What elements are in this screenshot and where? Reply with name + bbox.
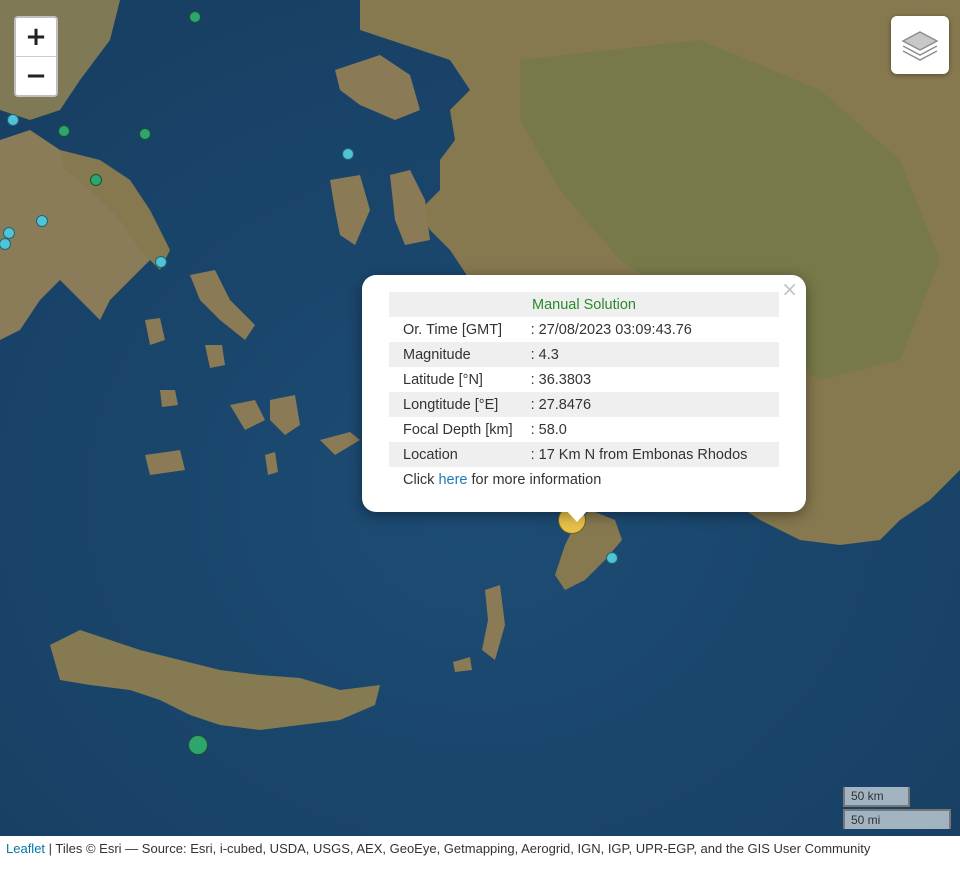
quake-details-table: Manual Solution Or. Time [GMT] : 27/08/20… <box>389 292 779 492</box>
row-label: Longtitude [°E] <box>389 392 531 417</box>
quake-marker[interactable] <box>155 256 167 268</box>
quake-marker[interactable] <box>188 735 208 755</box>
row-value: : 27/08/2023 03:09:43.76 <box>530 321 692 338</box>
row-value: : 58.0 <box>530 421 567 438</box>
map-attribution: Leaflet | Tiles © Esri — Source: Esri, i… <box>0 836 960 884</box>
layers-button[interactable] <box>891 16 949 74</box>
more-suffix: for more information <box>467 471 602 488</box>
more-info-line: Click here for more information <box>389 467 779 492</box>
row-value: : 4.3 <box>530 342 779 367</box>
more-info-link[interactable]: here <box>438 472 467 488</box>
land-cyclades-4 <box>160 390 178 407</box>
row-value: : 36.3803 <box>530 371 592 388</box>
scale-km: 50 km <box>843 787 910 807</box>
quake-marker[interactable] <box>90 174 102 186</box>
popup-title: Manual Solution <box>389 292 779 317</box>
layers-icon <box>901 31 939 61</box>
zoom-in-button[interactable]: + <box>16 18 56 56</box>
row-label: Location <box>389 442 531 467</box>
more-prefix: Click <box>403 471 439 488</box>
map-canvas[interactable]: + − × Manual Solution Or. Time [GMT] : 27… <box>0 0 960 836</box>
row-label: Focal Depth [km] <box>403 421 513 438</box>
leaflet-link[interactable]: Leaflet <box>6 841 45 856</box>
zoom-out-button[interactable]: − <box>16 56 56 95</box>
zoom-control: + − <box>14 16 58 97</box>
quake-popup: × Manual Solution Or. Time [GMT] : 27/08/… <box>362 275 806 512</box>
scale-mi: 50 mi <box>843 809 951 829</box>
quake-marker[interactable] <box>189 11 201 23</box>
row-value: : 17 Km N from Embonas Rhodos <box>530 442 779 467</box>
attribution-text: | Tiles © Esri — Source: Esri, i-cubed, … <box>45 841 871 856</box>
close-icon[interactable]: × <box>781 277 798 301</box>
quake-marker[interactable] <box>7 114 19 126</box>
quake-marker[interactable] <box>606 552 618 564</box>
row-value: : 27.8476 <box>530 392 779 417</box>
popup-tip <box>564 508 590 522</box>
row-label: Or. Time [GMT] <box>403 321 503 338</box>
row-label: Magnitude <box>389 342 531 367</box>
row-label: Latitude [°N] <box>403 371 483 388</box>
quake-marker[interactable] <box>36 215 48 227</box>
quake-marker[interactable] <box>139 128 151 140</box>
quake-marker[interactable] <box>342 148 354 160</box>
quake-marker[interactable] <box>58 125 70 137</box>
